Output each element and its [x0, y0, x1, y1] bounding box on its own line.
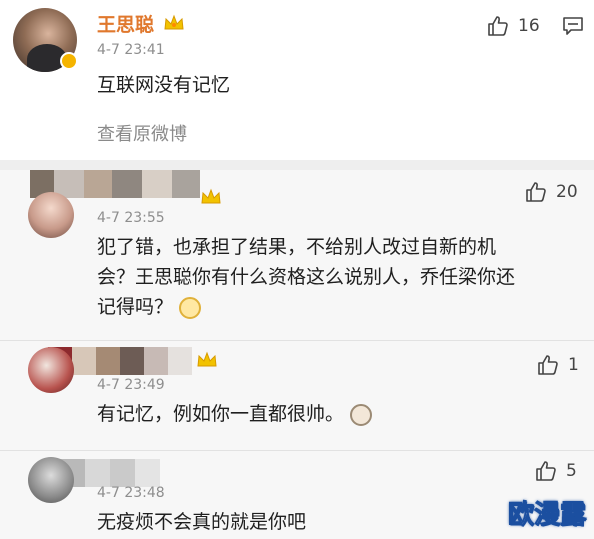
reply-avatar[interactable]: [28, 347, 74, 393]
reply-timestamp: 4-7 23:48: [97, 485, 165, 501]
reply-avatar[interactable]: [28, 457, 74, 503]
reply-like-button[interactable]: 1: [536, 353, 579, 377]
post-timestamp: 4-7 23:41: [97, 42, 165, 58]
post-text: 互联网没有记忆: [97, 74, 231, 96]
brand-watermark: 欧漫露: [507, 500, 586, 531]
crown-icon: [164, 14, 184, 30]
cat-emoji-icon: [350, 403, 373, 426]
reply-like-count: 1: [568, 355, 579, 375]
thumbs-up-icon: [526, 182, 546, 202]
view-original-link[interactable]: 查看原微博: [97, 120, 187, 146]
post-card: 王思聪 4-7 23:41 互联网没有记忆 查看原微博 16: [0, 0, 594, 160]
post-author-name[interactable]: 王思聪: [97, 10, 154, 37]
reply-timestamp: 4-7 23:55: [97, 210, 165, 226]
reply-like-button[interactable]: 20: [524, 180, 578, 204]
grin-emoji-icon: [179, 296, 202, 319]
thumbs-up-icon: [536, 461, 556, 481]
verified-badge-icon: [60, 52, 78, 70]
reply-text: 有记忆，例如你一直都很帅。: [97, 399, 373, 429]
redacted-username: [60, 459, 160, 487]
reply-like-count: 20: [556, 182, 578, 202]
reply-item: 4-7 23:55 犯了错，也承担了结果，不给别人改过自新的机会？王思聪你有什么…: [0, 170, 594, 340]
thumbs-up-icon: [488, 16, 508, 36]
thumbs-up-icon: [538, 355, 558, 375]
crown-icon: [201, 188, 221, 204]
post-like-button[interactable]: 16: [486, 14, 540, 38]
reply-item: 4-7 23:49 有记忆，例如你一直都很帅。 1: [0, 340, 594, 450]
reply-text: 犯了错，也承担了结果，不给别人改过自新的机会？王思聪你有什么资格这么说别人，乔任…: [97, 236, 516, 319]
reply-avatar[interactable]: [28, 192, 74, 238]
reply-timestamp: 4-7 23:49: [97, 377, 165, 393]
reply-like-count: 5: [566, 461, 577, 481]
reply-item: 4-7 23:48 无疫烦不会真的就是你吧 5: [0, 450, 594, 539]
post-like-count: 16: [518, 16, 540, 36]
reply-like-button[interactable]: 5: [534, 459, 577, 483]
crown-icon: [197, 351, 217, 367]
reply-text: 无疫烦不会真的就是你吧: [97, 511, 307, 533]
section-divider: [0, 160, 594, 170]
comment-bubble-icon[interactable]: [562, 16, 584, 36]
